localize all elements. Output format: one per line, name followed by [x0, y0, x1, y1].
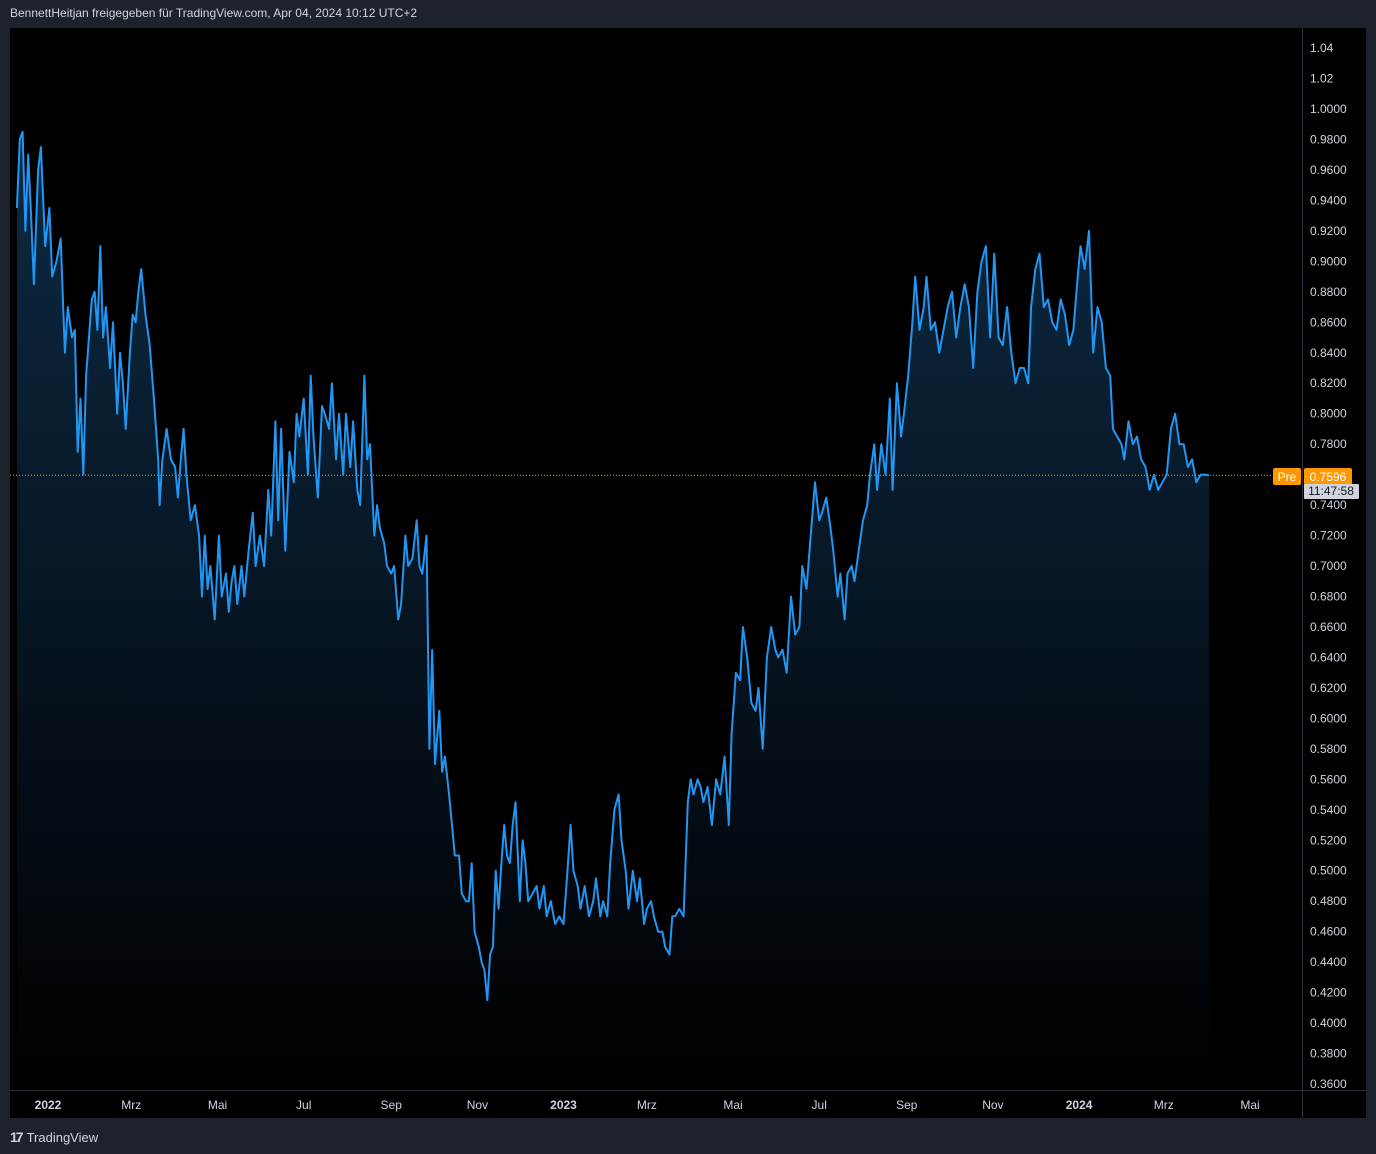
- price-tick-label: 0.3800: [1310, 1047, 1347, 1061]
- time-tick-label: Nov: [982, 1098, 1003, 1112]
- price-tick-label: 0.5000: [1310, 864, 1347, 878]
- price-tick-label: 0.9400: [1310, 193, 1347, 207]
- price-tick-label: 1.04: [1310, 41, 1334, 55]
- price-tick-label: 0.4800: [1310, 894, 1347, 908]
- price-tick-label: 0.4400: [1310, 955, 1347, 969]
- time-tick-label: Sep: [896, 1098, 918, 1112]
- price-tick-label: 0.6400: [1310, 650, 1347, 664]
- price-tick-label: 0.8400: [1310, 346, 1347, 360]
- bar-countdown: 11:47:58: [1308, 484, 1354, 498]
- price-tick-label: 0.6600: [1310, 620, 1347, 634]
- last-price-value: 0.7596: [1310, 470, 1347, 484]
- tradingview-logo[interactable]: 17 TradingView: [10, 1128, 98, 1146]
- price-tick-label: 0.4000: [1310, 1016, 1347, 1030]
- price-tick-label: 0.3600: [1310, 1077, 1347, 1091]
- time-tick-label: Mai: [723, 1098, 742, 1112]
- time-tick-label: Mrz: [121, 1098, 141, 1112]
- time-tick-label: Mai: [208, 1098, 227, 1112]
- price-tick-label: 0.6000: [1310, 711, 1347, 725]
- price-tick-label: 0.5800: [1310, 742, 1347, 756]
- time-tick-label: 2022: [35, 1098, 62, 1112]
- price-tick-label: 0.8200: [1310, 376, 1347, 390]
- time-tick-label: Mrz: [1154, 1098, 1174, 1112]
- tradingview-logo-icon: 17: [10, 1129, 24, 1145]
- price-tick-label: 0.7400: [1310, 498, 1347, 512]
- price-tick-label: 0.6800: [1310, 590, 1347, 604]
- price-tick-label: 0.8600: [1310, 315, 1347, 329]
- price-tick-label: 1.02: [1310, 72, 1334, 86]
- price-tick-label: 0.5600: [1310, 772, 1347, 786]
- time-axis[interactable]: 2022 Mrz Mai Jul Sep Nov 2023 Mrz Mai Jul Sep Nov 20…: [35, 1098, 1260, 1112]
- time-tick-label: 2023: [550, 1098, 577, 1112]
- price-tick-label: 0.9600: [1310, 163, 1347, 177]
- price-axis[interactable]: 0.3600 0.3800 0.4000 0.4200 0.4400 0.4600 0.48…: [1310, 41, 1347, 1091]
- pre-market-label: Pre: [1278, 470, 1297, 484]
- price-tick-label: 0.8000: [1310, 407, 1347, 421]
- time-tick-label: Jul: [296, 1098, 311, 1112]
- price-tick-label: 0.7000: [1310, 559, 1347, 573]
- time-tick-label: Sep: [381, 1098, 403, 1112]
- time-tick-label: Jul: [812, 1098, 827, 1112]
- price-tick-label: 0.8800: [1310, 285, 1347, 299]
- time-tick-label: 2024: [1066, 1098, 1093, 1112]
- price-tick-label: 0.9200: [1310, 224, 1347, 238]
- price-tick-label: 0.9800: [1310, 133, 1347, 147]
- price-tick-label: 0.5200: [1310, 833, 1347, 847]
- price-tick-label: 0.4200: [1310, 986, 1347, 1000]
- price-tick-label: 0.7200: [1310, 529, 1347, 543]
- price-tick-label: 0.7800: [1310, 437, 1347, 451]
- brand-name: TradingView: [26, 1129, 99, 1145]
- price-tick-label: 0.9000: [1310, 254, 1347, 268]
- time-tick-label: Mrz: [637, 1098, 657, 1112]
- price-chart[interactable]: 0.3600 0.3800 0.4000 0.4200 0.4400 0.4600 0.48…: [0, 0, 1376, 1154]
- price-tick-label: 0.4600: [1310, 925, 1347, 939]
- time-tick-label: Mai: [1240, 1098, 1259, 1112]
- price-tick-label: 1.0000: [1310, 102, 1347, 116]
- price-tick-label: 0.6200: [1310, 681, 1347, 695]
- time-tick-label: Nov: [467, 1098, 488, 1112]
- price-tick-label: 0.5400: [1310, 803, 1347, 817]
